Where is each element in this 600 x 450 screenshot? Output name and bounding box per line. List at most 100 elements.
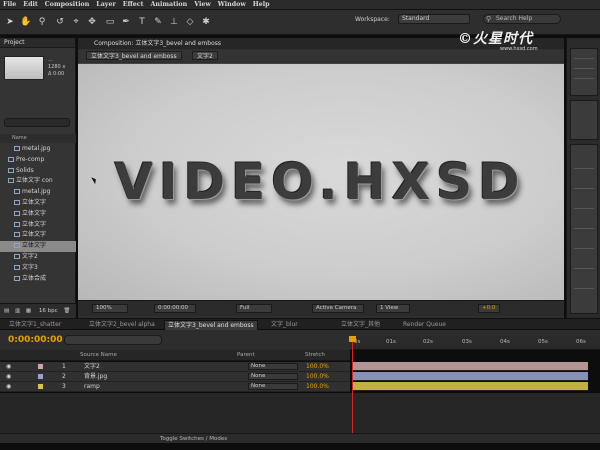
layer-bar[interactable]	[352, 362, 588, 371]
project-item[interactable]: 立体文字	[0, 230, 76, 241]
resolution-select[interactable]: Full	[236, 304, 272, 313]
bit-depth-label[interactable]: 16 bpc	[39, 308, 58, 314]
project-thumbnail	[4, 56, 44, 80]
parent-header[interactable]: Parent	[237, 350, 255, 361]
eye-icon[interactable]: ◉	[6, 382, 11, 392]
project-item[interactable]: 立体合成	[0, 274, 76, 285]
menu-animation[interactable]: Animation	[151, 1, 188, 8]
stretch-value[interactable]: 100.0%	[306, 382, 329, 392]
thumbnail-size: 1280 x	[48, 64, 66, 70]
workspace-select[interactable]: Standard	[398, 14, 470, 24]
project-item[interactable]: metal.jpg	[0, 187, 76, 198]
layer-bar[interactable]	[352, 372, 588, 381]
menu-layer[interactable]: Layer	[96, 1, 116, 8]
current-time-field[interactable]: 0:00:00:00	[154, 304, 196, 313]
menu-view[interactable]: View	[194, 1, 211, 8]
view-layout-select[interactable]: 1 View	[376, 304, 410, 313]
layer-row[interactable]: ◉ 3 ramp None 100.0%	[0, 382, 350, 392]
search-help-input[interactable]: Search Help	[483, 14, 561, 24]
project-search-input[interactable]	[4, 118, 70, 127]
menu-composition[interactable]: Composition	[45, 1, 90, 8]
pan-behind-tool-icon[interactable]: ✥	[86, 16, 98, 28]
camera-select[interactable]: Active Camera	[312, 304, 364, 313]
layer-row[interactable]: ◉ 1 文字2 None 100.0%	[0, 362, 350, 372]
timeline-search-input[interactable]	[64, 335, 162, 345]
puppet-tool-icon[interactable]: ✱	[200, 16, 212, 28]
pen-tool-icon[interactable]: ✒	[120, 16, 132, 28]
timeline-tab[interactable]: 文字_blur	[268, 320, 301, 330]
project-name-header[interactable]: Name	[0, 134, 76, 143]
playhead-handle[interactable]	[349, 336, 356, 342]
mask-tool-icon[interactable]: ▭	[104, 16, 116, 28]
eye-icon[interactable]: ◉	[6, 372, 11, 382]
source-name-header[interactable]: Source Name	[80, 350, 117, 361]
menu-window[interactable]: Window	[218, 1, 246, 8]
stretch-header[interactable]: Stretch	[305, 350, 325, 361]
stretch-value[interactable]: 100.0%	[306, 362, 329, 372]
file-icon	[14, 189, 20, 195]
project-tab[interactable]: Project	[0, 38, 75, 48]
rotate-tool-icon[interactable]: ↺	[54, 16, 66, 28]
composition-icon	[14, 221, 20, 227]
eraser-tool-icon[interactable]: ◇	[184, 16, 196, 28]
camera-tool-icon[interactable]: ⌖	[70, 16, 82, 28]
project-item[interactable]: 立体文字	[0, 220, 76, 231]
menu-edit[interactable]: Edit	[23, 1, 38, 8]
layer-color-swatch[interactable]	[38, 374, 43, 379]
project-item[interactable]: 文字3	[0, 263, 76, 274]
playhead[interactable]	[352, 336, 353, 436]
layer-row[interactable]: ◉ 2 背景.jpg None 100.0%	[0, 372, 350, 382]
toggle-switches-modes[interactable]: Toggle Switches / Modes	[160, 436, 227, 442]
folder-icon	[8, 178, 14, 184]
layer-name[interactable]: 背景.jpg	[84, 372, 107, 382]
menu-file[interactable]: File	[3, 1, 16, 8]
project-item[interactable]: Pre-comp	[0, 155, 76, 166]
eye-icon[interactable]: ◉	[6, 362, 11, 372]
project-item[interactable]: metal.jpg	[0, 144, 76, 155]
new-folder-icon[interactable]: ▥	[15, 308, 20, 314]
parent-select[interactable]: None	[248, 383, 298, 390]
project-item[interactable]: 立体文字 con	[0, 176, 76, 187]
new-comp-icon[interactable]: ▦	[26, 308, 31, 314]
layer-color-swatch[interactable]	[38, 364, 43, 369]
zoom-select[interactable]: 100%	[92, 304, 128, 313]
zoom-tool-icon[interactable]: ⚲	[36, 16, 48, 28]
layer-name[interactable]: ramp	[84, 382, 100, 392]
timeline-tab[interactable]: 立体文字1_shatter	[6, 320, 64, 330]
project-item[interactable]: 立体文字	[0, 209, 76, 220]
parent-select[interactable]: None	[248, 373, 298, 380]
project-item-selected[interactable]: 立体文字	[0, 241, 76, 252]
sub-tab-text2[interactable]: 文字2	[192, 51, 218, 60]
brush-tool-icon[interactable]: ✎	[152, 16, 164, 28]
layer-color-swatch[interactable]	[38, 384, 43, 389]
project-item[interactable]: Solids	[0, 166, 76, 177]
sub-tab-bevel[interactable]: 立体文字3_bevel and emboss	[86, 51, 182, 60]
selection-tool-icon[interactable]: ➤	[4, 16, 16, 28]
parent-select[interactable]: None	[248, 363, 298, 370]
project-item[interactable]: 立体文字	[0, 198, 76, 209]
composition-icon	[14, 275, 20, 281]
interpret-footage-icon[interactable]: ▤	[4, 308, 9, 314]
trash-icon[interactable]: 🗑	[63, 308, 70, 314]
type-tool-icon[interactable]: T	[136, 16, 148, 28]
clone-tool-icon[interactable]: ⊥	[168, 16, 180, 28]
timeline-timecode[interactable]: 0:00:00:00	[8, 335, 63, 345]
layer-name[interactable]: 文字2	[84, 362, 100, 372]
preview-panel[interactable]	[570, 100, 598, 140]
thumbnail-name: ...	[48, 57, 53, 63]
brand-url: www.hxsd.com	[500, 46, 538, 52]
hand-tool-icon[interactable]: ✋	[20, 16, 32, 28]
timeline-tab[interactable]: 立体文字2_bevel alpha	[86, 320, 158, 330]
stretch-value[interactable]: 100.0%	[306, 372, 329, 382]
timeline-tab-active[interactable]: 立体文字3_bevel and emboss	[164, 320, 258, 330]
menu-help[interactable]: Help	[253, 1, 270, 8]
timeline-tab[interactable]: 立体文字_其他	[338, 320, 383, 330]
folder-icon	[8, 156, 14, 162]
exposure-field[interactable]: +0.0	[478, 304, 500, 313]
info-panel[interactable]	[570, 48, 598, 96]
layer-bar[interactable]	[352, 382, 588, 391]
menu-effect[interactable]: Effect	[123, 1, 144, 8]
time-ruler[interactable]: 0s 01s 02s 03s 04s 05s 06s	[350, 336, 600, 350]
project-item[interactable]: 文字2	[0, 252, 76, 263]
render-queue-tab[interactable]: Render Queue	[400, 320, 449, 330]
